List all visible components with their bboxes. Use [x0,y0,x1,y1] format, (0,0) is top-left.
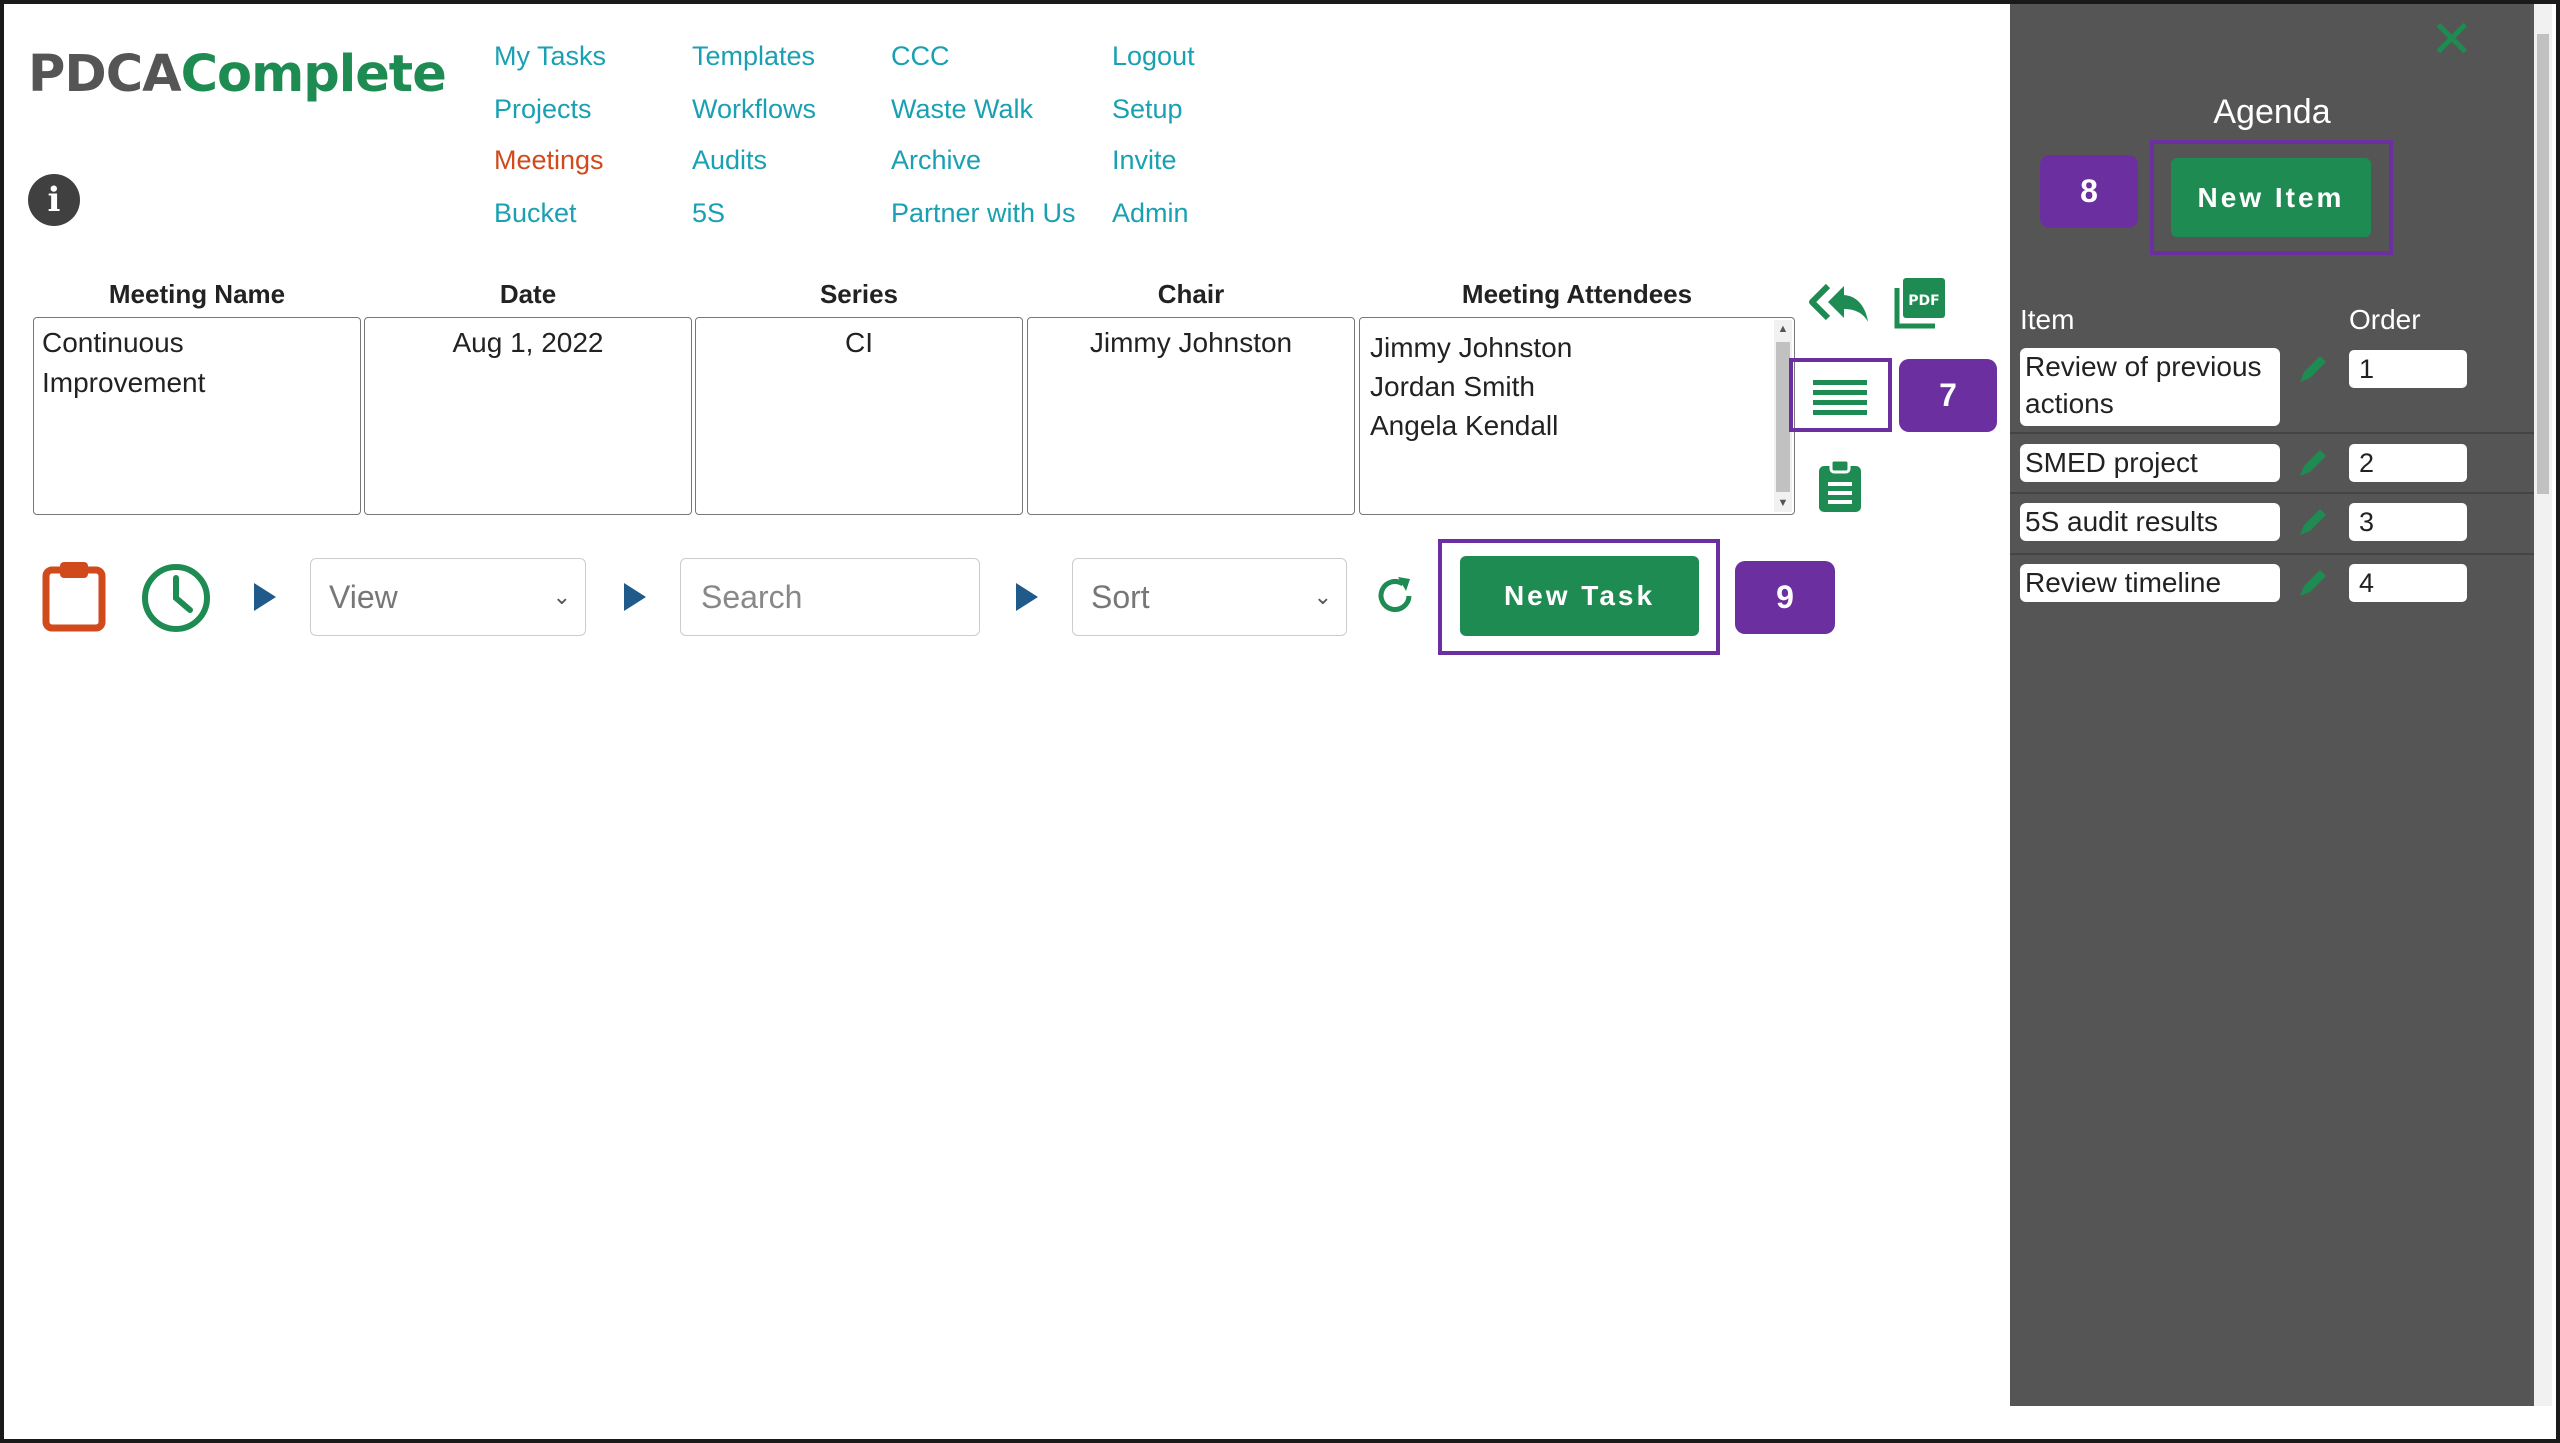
search-input[interactable]: Search [680,558,980,636]
agenda-item[interactable]: 5S audit results [2020,503,2280,541]
header-date: Date [499,279,557,309]
agenda-item[interactable]: Review timeline [2020,564,2280,602]
callout-badge-9: 9 [1735,561,1835,634]
attendee: Jimmy Johnston [1370,332,1573,363]
attendee: Angela Kendall [1370,410,1559,441]
reply-all-icon[interactable] [1808,282,1872,326]
callout-badge-8: 8 [2040,155,2138,228]
agenda-item[interactable]: Review of previous actions [2020,348,2280,426]
clipboard-list-icon[interactable] [1817,458,1863,514]
header-series: Series [819,279,899,309]
sort-select[interactable]: Sort ⌄ [1072,558,1347,636]
meeting-name-field[interactable]: Continuous Improvement [33,317,361,515]
nav-audits[interactable]: Audits [692,142,767,178]
meeting-date-field[interactable]: Aug 1, 2022 [364,317,692,515]
view-select[interactable]: View ⌄ [310,558,586,636]
chevron-down-icon: ⌄ [552,584,571,609]
new-item-button[interactable]: New Item [2171,158,2371,237]
agenda-col-item: Item [2020,304,2075,335]
header-attendees: Meeting Attendees [1461,279,1693,309]
info-icon[interactable]: i [28,174,80,226]
new-task-button[interactable]: New Task [1460,556,1699,636]
pencil-icon[interactable] [2296,505,2330,539]
agenda-title: Agenda [2213,93,2331,131]
play-arrow-icon [624,583,646,611]
agenda-row-divider [2010,553,2534,555]
logo[interactable]: PDCAComplete [28,44,447,106]
nav-archive[interactable]: Archive [891,142,981,178]
nav-setup[interactable]: Setup [1112,91,1183,127]
agenda-order-input[interactable]: 4 [2349,564,2467,602]
agenda-order-input[interactable]: 2 [2349,444,2467,482]
pencil-icon[interactable] [2296,352,2330,386]
list-lines-icon[interactable] [1813,378,1867,418]
chevron-down-icon: ⌄ [1313,584,1332,609]
agenda-item[interactable]: SMED project [2020,444,2280,482]
play-arrow-icon [254,583,276,611]
header-meeting-name: Meeting Name [108,279,286,309]
nav-invite[interactable]: Invite [1112,142,1177,178]
sidebar-scrollbar[interactable] [2534,4,2552,1406]
refresh-icon[interactable] [1374,575,1416,617]
nav-workflows[interactable]: Workflows [692,91,816,127]
pencil-icon[interactable] [2296,446,2330,480]
close-icon[interactable]: ✕ [2430,10,2474,70]
scrollbar-thumb[interactable] [2537,34,2549,494]
nav-meetings[interactable]: Meetings [494,142,604,178]
meeting-attendees-list[interactable]: Jimmy Johnston Jordan Smith Angela Kenda… [1359,317,1795,515]
callout-badge-7: 7 [1899,359,1997,432]
nav-waste-walk[interactable]: Waste Walk [891,91,1033,127]
nav-bucket[interactable]: Bucket [494,195,577,231]
header-chair: Chair [1157,279,1225,309]
clipboard-icon[interactable] [42,560,106,632]
agenda-row-divider [2010,492,2534,494]
svg-text:PDF: PDF [1908,293,1939,309]
scrollbar-thumb[interactable] [1776,342,1790,492]
scroll-down-arrow-icon[interactable]: ▼ [1774,494,1792,512]
nav-my-tasks[interactable]: My Tasks [494,38,606,74]
pencil-icon[interactable] [2296,566,2330,600]
agenda-order-input[interactable]: 1 [2349,350,2467,388]
pdf-icon[interactable]: PDF [1893,276,1947,330]
agenda-order-input[interactable]: 3 [2349,503,2467,541]
agenda-row-divider [2010,432,2534,434]
clock-icon[interactable] [140,562,212,634]
attendee: Jordan Smith [1370,371,1535,402]
play-arrow-icon [1016,583,1038,611]
meeting-series-field[interactable]: CI [695,317,1023,515]
nav-templates[interactable]: Templates [692,38,815,74]
meeting-chair-field[interactable]: Jimmy Johnston [1027,317,1355,515]
nav-projects[interactable]: Projects [494,91,592,127]
nav-admin[interactable]: Admin [1112,195,1189,231]
nav-partner-with-us[interactable]: Partner with Us [891,195,1076,231]
nav-ccc[interactable]: CCC [891,38,950,74]
scroll-up-arrow-icon[interactable]: ▲ [1774,320,1792,338]
agenda-col-order: Order [2349,304,2421,335]
nav-logout[interactable]: Logout [1112,38,1195,74]
nav-5s[interactable]: 5S [692,195,725,231]
